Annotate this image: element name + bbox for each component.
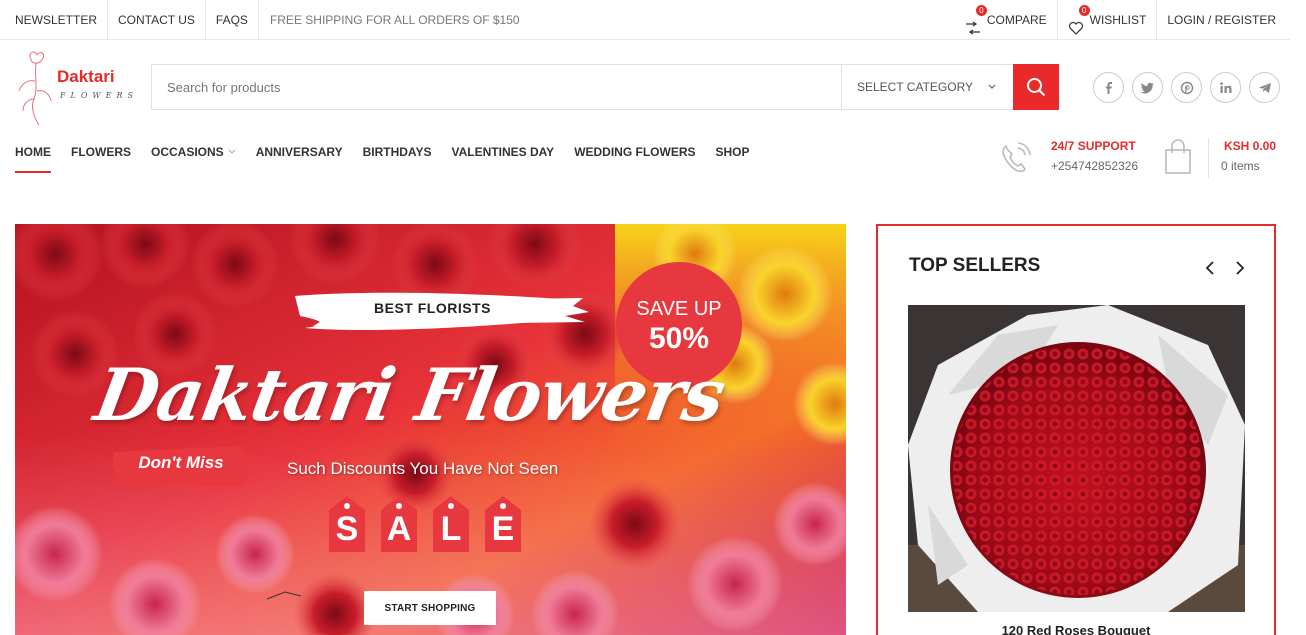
cart-widget[interactable]: KSH 0.00 0 items bbox=[1163, 138, 1276, 178]
sale-letter: L bbox=[440, 510, 462, 548]
sale-tag: L bbox=[431, 494, 471, 554]
sale-letter: E bbox=[491, 510, 515, 548]
top-sellers-title: TOP SELLERS bbox=[909, 255, 1041, 276]
save-up-percent: 50% bbox=[648, 322, 710, 355]
next-arrow-button[interactable] bbox=[1232, 258, 1248, 278]
free-shipping-notice: FREE SHIPPING FOR ALL ORDERS OF $150 bbox=[269, 13, 520, 27]
contact-us-link[interactable]: CONTACT US bbox=[108, 0, 206, 40]
search-button[interactable] bbox=[1013, 64, 1059, 110]
chevron-down-icon bbox=[228, 149, 236, 154]
best-florists-banner: BEST FLORISTS bbox=[295, 292, 570, 328]
twitter-icon[interactable] bbox=[1132, 72, 1163, 103]
product-image[interactable] bbox=[908, 305, 1245, 612]
search-bar: SELECT CATEGORY bbox=[151, 64, 1059, 110]
compare-link[interactable]: 0 COMPARE bbox=[955, 0, 1057, 40]
newsletter-link[interactable]: NEWSLETTER bbox=[15, 0, 109, 40]
save-up-label: SAVE UP bbox=[636, 298, 722, 320]
hero-script-title: Daktari Flowers bbox=[88, 352, 731, 437]
rose-bouquet-image bbox=[908, 305, 1245, 612]
facebook-icon[interactable] bbox=[1093, 72, 1124, 103]
sale-tag: E bbox=[483, 494, 523, 554]
support-info: 24/7 SUPPORT +254742852326 bbox=[998, 138, 1138, 178]
top-sellers-widget: TOP SELLERS 120 Red Roses Bouquet bbox=[876, 224, 1276, 635]
linkedin-icon[interactable] bbox=[1210, 72, 1241, 103]
compare-icon: 0 bbox=[965, 5, 987, 35]
wishlist-count-badge: 0 bbox=[1078, 5, 1090, 16]
nav-item-shop[interactable]: SHOP bbox=[716, 145, 750, 171]
main-nav: HOME FLOWERS OCCASIONS ANNIVERSARY BIRTH… bbox=[15, 145, 750, 173]
logo-sub-text: FLOWERS bbox=[60, 91, 138, 100]
prev-arrow-button[interactable] bbox=[1202, 258, 1218, 278]
category-select[interactable]: SELECT CATEGORY bbox=[841, 65, 1013, 109]
product-name[interactable]: 120 Red Roses Bouquet bbox=[878, 623, 1274, 635]
nav-item-home[interactable]: HOME bbox=[15, 145, 51, 173]
cart-total: KSH 0.00 bbox=[1223, 139, 1276, 153]
start-shopping-button[interactable]: START SHOPPING bbox=[364, 591, 496, 625]
nav-item-valentines-day[interactable]: VALENTINES DAY bbox=[452, 145, 555, 171]
wishlist-label: WISHLIST bbox=[1089, 13, 1147, 27]
best-florists-text: BEST FLORISTS bbox=[374, 300, 491, 316]
top-bar-right: 0 COMPARE 0 WISHLIST LOGIN / REGISTER bbox=[955, 0, 1276, 40]
search-input[interactable] bbox=[152, 65, 841, 109]
sale-tags: S A L E bbox=[327, 494, 523, 554]
top-bar: NEWSLETTER CONTACT US FAQS FREE SHIPPING… bbox=[0, 0, 1290, 40]
faqs-link[interactable]: FAQS bbox=[206, 0, 259, 40]
cart-divider bbox=[1208, 138, 1209, 178]
site-logo[interactable]: Daktari FLOWERS bbox=[17, 47, 133, 127]
cart-item-count: 0 items bbox=[1221, 159, 1260, 173]
chevron-right-icon bbox=[1236, 261, 1245, 275]
nav-item-flowers[interactable]: FLOWERS bbox=[71, 145, 131, 171]
phone-icon bbox=[1002, 142, 1031, 173]
dont-miss-badge: Don't Miss bbox=[112, 446, 250, 478]
social-links bbox=[1093, 72, 1280, 103]
wishlist-link[interactable]: 0 WISHLIST bbox=[1056, 0, 1157, 40]
nav-item-birthdays[interactable]: BIRTHDAYS bbox=[363, 145, 432, 171]
shopping-bag-icon bbox=[1165, 139, 1191, 174]
top-bar-left: NEWSLETTER CONTACT US FAQS FREE SHIPPING… bbox=[15, 0, 520, 40]
nav-item-wedding-flowers[interactable]: WEDDING FLOWERS bbox=[574, 145, 695, 171]
support-phone: +254742852326 bbox=[1051, 159, 1139, 173]
chevron-down-icon bbox=[988, 84, 996, 89]
compare-label: COMPARE bbox=[986, 13, 1047, 27]
login-register-link[interactable]: LOGIN / REGISTER bbox=[1156, 0, 1276, 40]
nav-item-occasions-label: OCCASIONS bbox=[151, 145, 224, 159]
sale-tag: S bbox=[327, 494, 367, 554]
logo-brand-text: Daktari bbox=[57, 67, 115, 86]
dont-miss-text: Don't Miss bbox=[138, 453, 224, 472]
rose-logo-icon bbox=[18, 51, 52, 126]
nav-item-occasions[interactable]: OCCASIONS bbox=[151, 145, 236, 171]
chevron-left-icon bbox=[1205, 261, 1214, 275]
telegram-icon[interactable] bbox=[1249, 72, 1280, 103]
heart-icon: 0 bbox=[1068, 5, 1090, 35]
sale-letter: S bbox=[335, 510, 359, 548]
nav-item-anniversary[interactable]: ANNIVERSARY bbox=[256, 145, 343, 171]
sale-letter: A bbox=[386, 510, 412, 548]
pinterest-icon[interactable] bbox=[1171, 72, 1202, 103]
hero-tagline: Such Discounts You Have Not Seen bbox=[287, 459, 559, 478]
search-icon bbox=[1027, 78, 1046, 97]
category-select-label: SELECT CATEGORY bbox=[857, 80, 974, 94]
sale-tag: A bbox=[379, 494, 419, 554]
support-title: 24/7 SUPPORT bbox=[1051, 139, 1136, 153]
compare-count-badge: 0 bbox=[975, 5, 987, 16]
